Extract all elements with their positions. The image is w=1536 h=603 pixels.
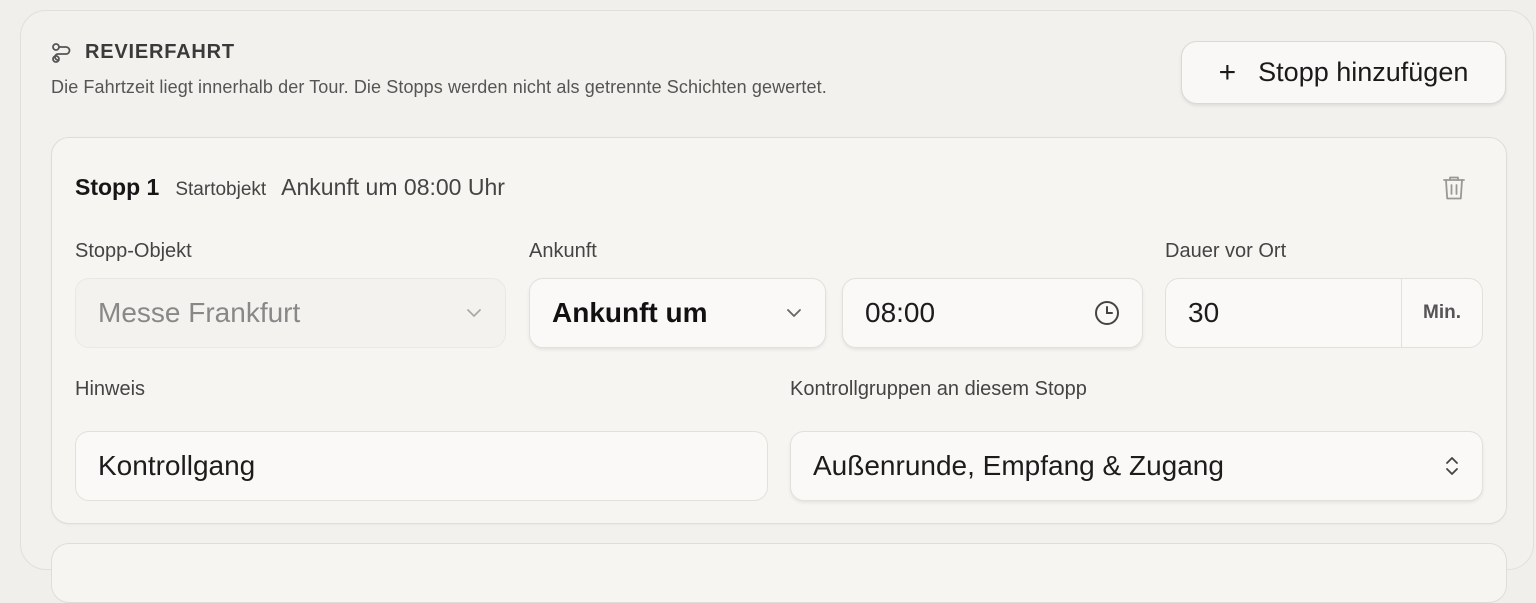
stop-object-label: Stopp-Objekt	[75, 240, 192, 262]
stop-title: Stopp 1	[75, 174, 160, 200]
duration-unit: Min.	[1423, 302, 1461, 323]
arrival-time-value: 08:00	[865, 297, 936, 328]
chevron-updown-icon	[1446, 457, 1458, 475]
add-stop-button[interactable]: + Stopp hinzufügen	[1181, 41, 1506, 104]
note-value: Kontrollgang	[98, 450, 256, 481]
control-groups-value: Außenrunde, Empfang & Zugang	[813, 450, 1224, 481]
revierfahrt-panel: REVIERFAHRT Die Fahrtzeit liegt innerhal…	[20, 10, 1534, 603]
duration-value[interactable]: 30	[1166, 279, 1402, 347]
note-label: Hinweis	[75, 378, 146, 400]
chevron-down-icon	[467, 309, 481, 317]
route-icon	[51, 42, 73, 64]
stop-header: Stopp 1 Startobjekt Ankunft um 08:00 Uhr	[75, 174, 505, 201]
duration-label: Dauer vor Ort	[1165, 240, 1287, 262]
plus-icon: +	[1218, 55, 1237, 89]
section-description: Die Fahrtzeit liegt innerhalb der Tour. …	[51, 77, 827, 97]
section-title: REVIERFAHRT	[85, 41, 235, 63]
clock-icon[interactable]	[1094, 300, 1120, 326]
add-stop-label: Stopp hinzufügen	[1258, 57, 1469, 87]
section-header: REVIERFAHRT Die Fahrtzeit liegt innerhal…	[51, 41, 827, 98]
stop-object-select[interactable]: Messe Frankfurt	[75, 278, 506, 348]
chevron-down-icon	[787, 309, 801, 317]
arrival-mode-select[interactable]: Ankunft um	[529, 278, 826, 348]
duration-input[interactable]: 30 Min.	[1165, 278, 1483, 348]
next-stop-card	[51, 543, 1507, 603]
control-groups-label: Kontrollgruppen an diesem Stopp	[790, 378, 1087, 400]
arrival-time-input[interactable]: 08:00	[842, 278, 1143, 348]
stop-arrival-summary: Ankunft um 08:00 Uhr	[281, 174, 505, 200]
arrival-mode-value: Ankunft um	[552, 297, 708, 328]
trash-icon[interactable]	[1441, 174, 1467, 202]
stop-badge: Startobjekt	[175, 179, 267, 200]
stop-object-value: Messe Frankfurt	[98, 297, 301, 328]
stop-card: Stopp 1 Startobjekt Ankunft um 08:00 Uhr…	[51, 137, 1507, 524]
note-input[interactable]: Kontrollgang	[75, 431, 768, 501]
control-groups-select[interactable]: Außenrunde, Empfang & Zugang	[790, 431, 1483, 501]
arrival-label: Ankunft	[529, 240, 597, 262]
